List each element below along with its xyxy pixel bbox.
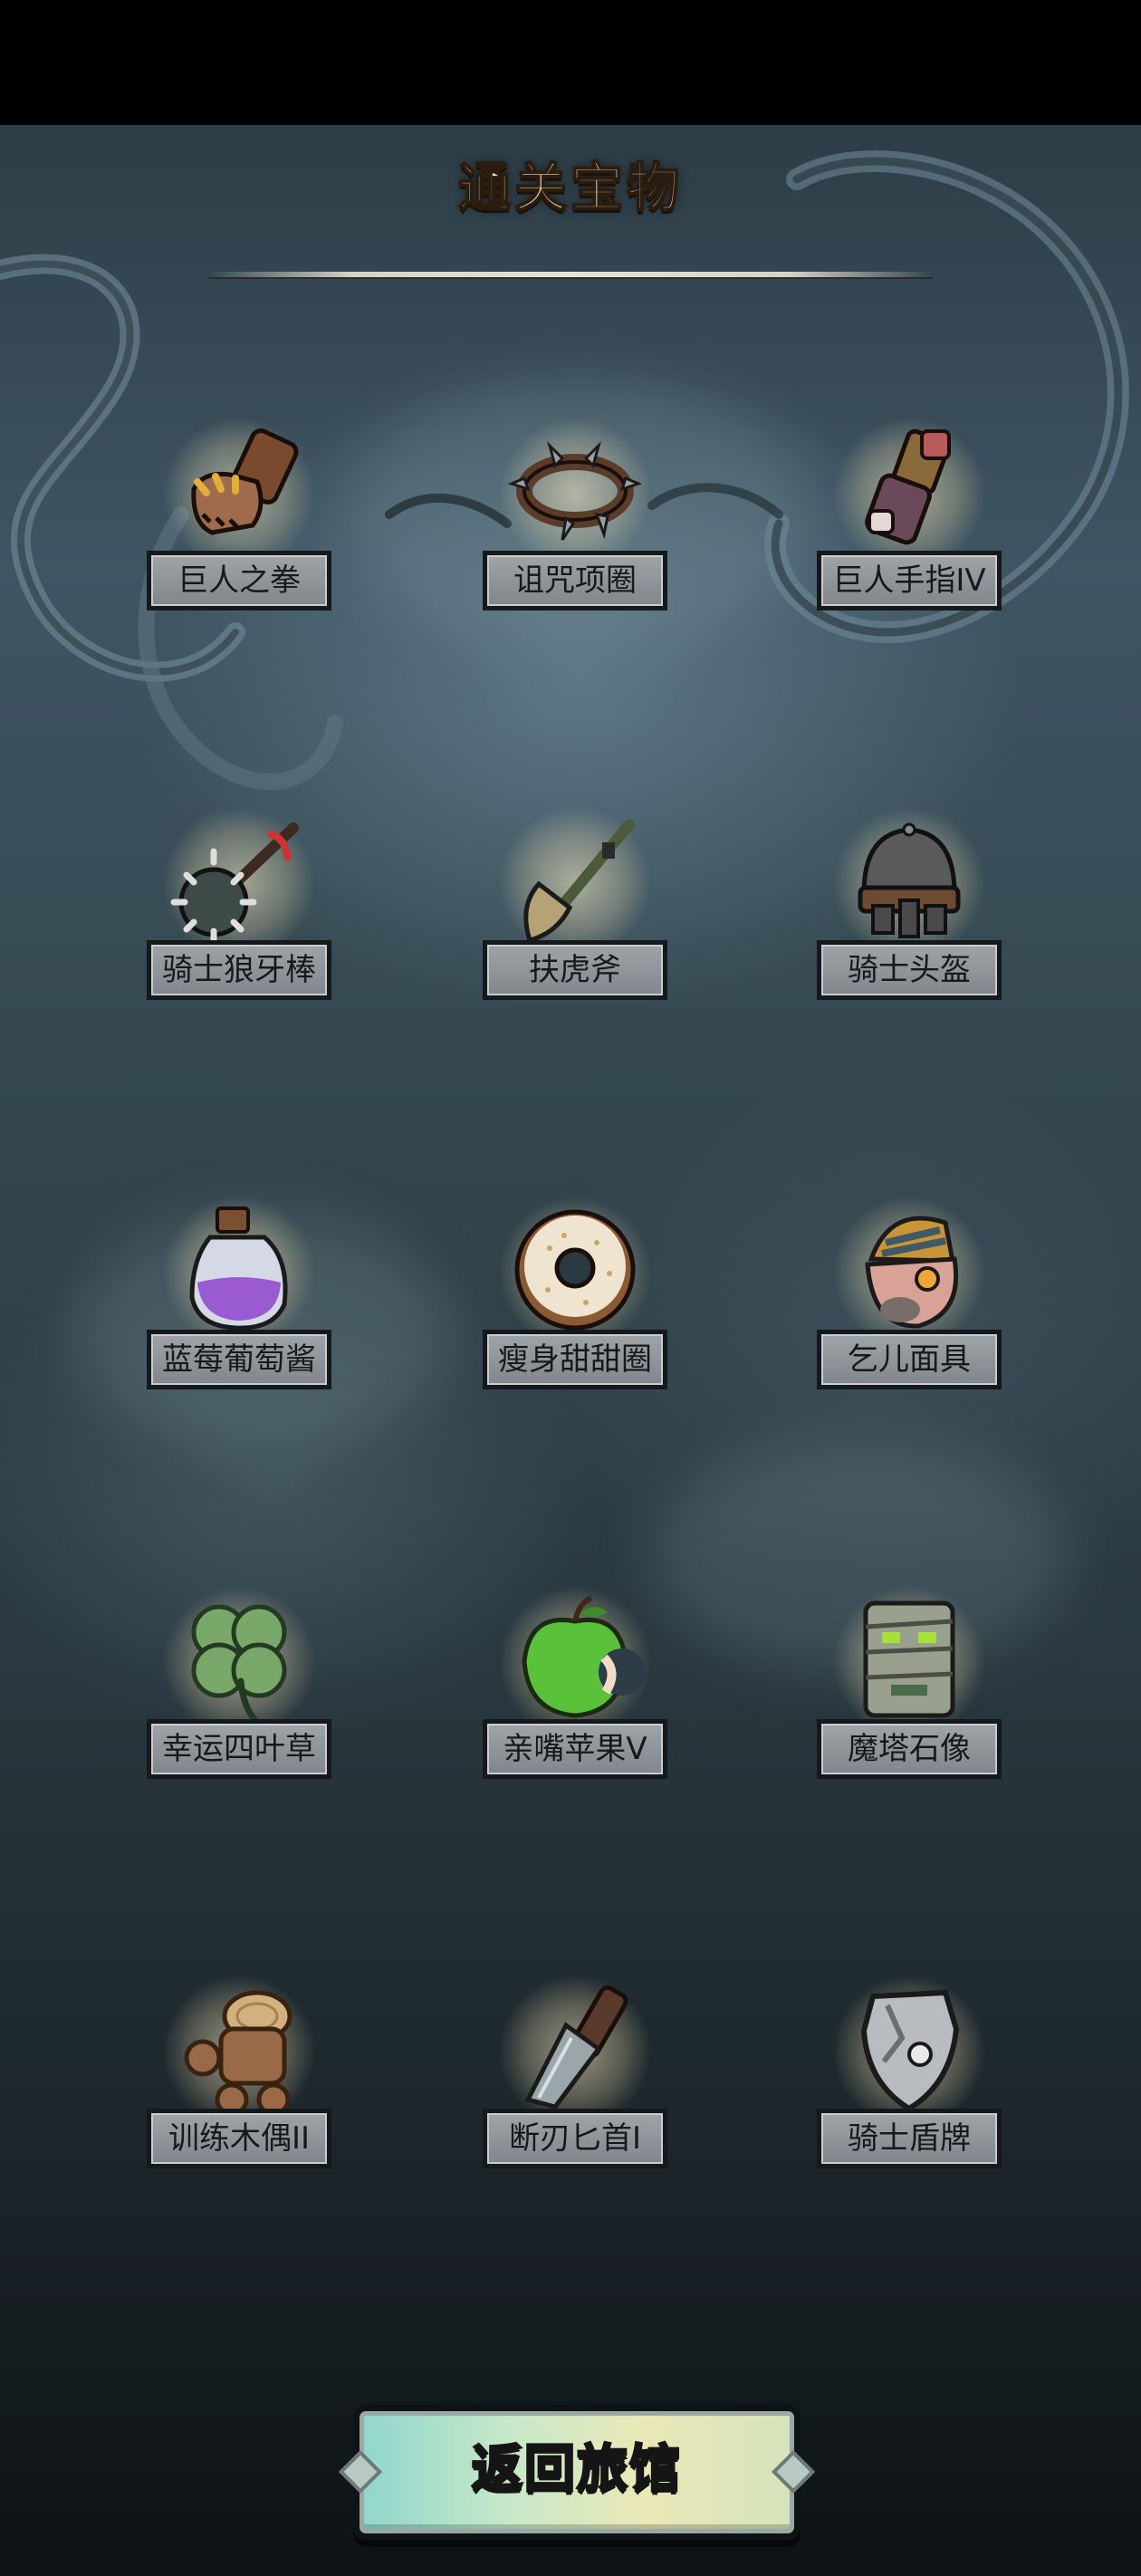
spiked-collar-icon xyxy=(503,417,647,562)
treasure-name-label: 幸运四叶草 xyxy=(147,1719,331,1779)
axe-icon xyxy=(503,806,647,951)
title-divider xyxy=(208,272,933,279)
treasure-name-label: 瘦身甜甜圈 xyxy=(483,1330,667,1389)
return-button-label: 返回旅馆 xyxy=(471,2439,682,2501)
knight-helmet-icon xyxy=(837,806,982,951)
treasure-name-label: 骑士狼牙棒 xyxy=(147,940,331,1000)
stone-totem-icon xyxy=(837,1585,982,1730)
game-screen: 通关宝物 巨人之拳 诅咒项圈 巨人手指IV 骑士狼牙棒 扶虎斧 骑士头盔蓝莓葡萄酱 瘦身甜甜… xyxy=(0,0,1141,2576)
potion-bottle-icon xyxy=(167,1196,312,1341)
treasure-item[interactable]: 巨人之拳 xyxy=(130,417,348,652)
treasure-name-label: 亲嘴苹果V xyxy=(483,1719,667,1779)
donut-icon xyxy=(503,1196,647,1341)
treasure-item[interactable]: 巨人手指IV xyxy=(801,417,1018,652)
treasure-item[interactable]: 骑士狼牙棒 xyxy=(130,806,348,1042)
beggar-mask-icon xyxy=(837,1196,982,1341)
return-to-inn-button[interactable]: 返回旅馆 xyxy=(338,2405,816,2540)
treasure-item[interactable]: 乞儿面具 xyxy=(801,1196,1018,1431)
four-leaf-clover-icon xyxy=(167,1585,312,1730)
page-title: 通关宝物 xyxy=(457,156,683,219)
wooden-dummy-icon xyxy=(167,1975,312,2119)
treasure-item[interactable]: 扶虎斧 xyxy=(466,806,684,1042)
spiked-mace-icon xyxy=(167,806,312,951)
treasure-name-label: 蓝莓葡萄酱 xyxy=(147,1330,331,1389)
treasure-item[interactable]: 训练木偶II xyxy=(130,1975,348,2210)
treasure-item[interactable]: 断刃匕首I xyxy=(466,1975,684,2210)
treasure-name-label: 断刃匕首I xyxy=(483,2109,667,2168)
bitten-apple-icon xyxy=(503,1585,647,1730)
treasure-item[interactable]: 蓝莓葡萄酱 xyxy=(130,1196,348,1431)
broken-dagger-icon xyxy=(503,1975,647,2119)
giant-fist-icon xyxy=(167,417,312,562)
treasure-name-label: 扶虎斧 xyxy=(483,940,667,1000)
treasure-item[interactable]: 幸运四叶草 xyxy=(130,1585,348,1821)
treasure-name-label: 骑士头盔 xyxy=(817,940,1002,1000)
treasure-name-label: 巨人手指IV xyxy=(817,551,1002,610)
treasure-name-label: 骑士盾牌 xyxy=(817,2109,1002,2168)
treasure-name-label: 巨人之拳 xyxy=(147,551,331,610)
giant-finger-icon xyxy=(837,417,982,562)
treasure-name-label: 诅咒项圈 xyxy=(483,551,667,610)
treasure-item[interactable]: 瘦身甜甜圈 xyxy=(466,1196,684,1431)
treasure-name-label: 乞儿面具 xyxy=(817,1330,1002,1389)
treasure-item[interactable]: 骑士头盔 xyxy=(801,806,1018,1042)
treasure-name-label: 魔塔石像 xyxy=(817,1719,1002,1779)
treasure-item[interactable]: 诅咒项圈 xyxy=(466,417,684,652)
treasure-name-label: 训练木偶II xyxy=(147,2109,331,2168)
treasure-item[interactable]: 魔塔石像 xyxy=(801,1585,1018,1821)
treasure-item[interactable]: 亲嘴苹果V xyxy=(466,1585,684,1821)
treasure-item[interactable]: 骑士盾牌 xyxy=(801,1975,1018,2210)
knight-shield-icon xyxy=(837,1975,982,2119)
